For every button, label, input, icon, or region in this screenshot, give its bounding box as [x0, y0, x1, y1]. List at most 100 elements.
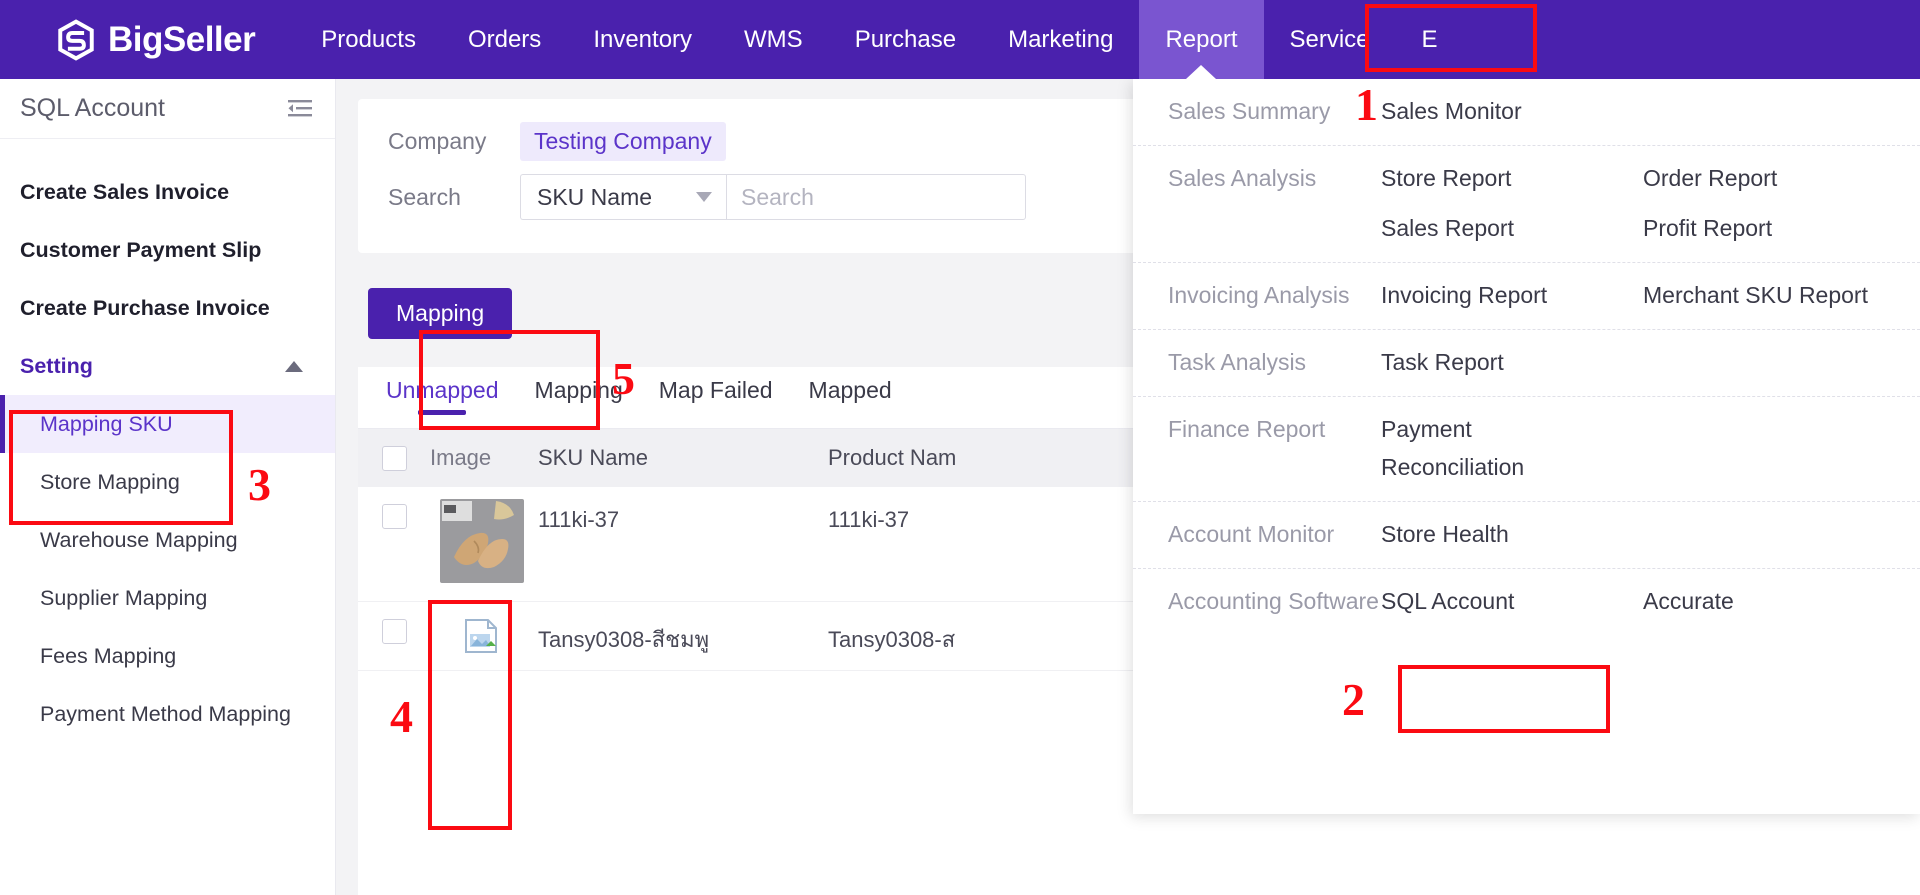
menu-links: Payment Reconciliation: [1381, 411, 1920, 487]
nav-item-extra[interactable]: E: [1396, 0, 1438, 79]
menu-links: Sales Monitor: [1381, 93, 1920, 131]
row-image-cell: [430, 602, 538, 670]
nav-item-inventory[interactable]: Inventory: [567, 0, 718, 79]
sidebar-subitem-wrapper: Mapping SKU: [0, 395, 335, 453]
menu-link-invoicing-report[interactable]: Invoicing Report: [1381, 277, 1643, 315]
menu-link-task-report[interactable]: Task Report: [1381, 344, 1643, 382]
menu-link-accurate[interactable]: Accurate: [1643, 583, 1905, 621]
brand-logo[interactable]: BigSeller: [55, 18, 256, 61]
chevron-down-icon: [696, 192, 712, 202]
sidebar-item-create-sales-invoice[interactable]: Create Sales Invoice: [0, 163, 335, 221]
menu-column: Store Report Sales Report: [1381, 160, 1643, 248]
annotation-number-2: 2: [1342, 674, 1365, 725]
sidebar-item-mapping-sku[interactable]: Mapping SKU: [0, 395, 335, 453]
select-all-checkbox[interactable]: [381, 445, 407, 471]
column-header-sku-name: SKU Name: [538, 445, 649, 470]
column-header-product-name: Product Nam: [828, 445, 957, 470]
menu-links: SQL Account Accurate: [1381, 583, 1920, 621]
menu-column: SQL Account: [1381, 583, 1643, 621]
menu-link-order-report[interactable]: Order Report: [1643, 160, 1905, 198]
menu-links: Store Report Sales Report Order Report P…: [1381, 160, 1920, 248]
annotation-number-3: 3: [248, 459, 271, 510]
mapping-button[interactable]: Mapping: [368, 288, 513, 339]
menu-link-store-report[interactable]: Store Report: [1381, 160, 1643, 198]
menu-column: Task Report: [1381, 344, 1643, 382]
menu-category-label: Task Analysis: [1168, 348, 1307, 375]
top-navigation-bar: BigSeller Products Orders Inventory WMS …: [0, 0, 1920, 79]
row-checkbox[interactable]: [381, 619, 407, 644]
dropdown-caret-icon: [1186, 65, 1217, 79]
row-sku-name: Tansy0308-สีชมพู: [538, 627, 710, 652]
menu-links: Invoicing Report Merchant SKU Report: [1381, 277, 1920, 315]
menu-category-label: Finance Report: [1168, 415, 1326, 442]
bigseller-logo-icon: [58, 18, 94, 61]
annotation-number-4: 4: [390, 691, 413, 742]
tab-mapped[interactable]: Mapped: [809, 367, 892, 427]
search-field-select[interactable]: SKU Name: [520, 174, 726, 220]
app-root: BigSeller Products Orders Inventory WMS …: [0, 0, 1920, 895]
nav-item-purchase[interactable]: Purchase: [829, 0, 982, 79]
sidebar-item-warehouse-mapping[interactable]: Warehouse Mapping: [0, 511, 335, 569]
collapse-panel-icon[interactable]: [287, 98, 313, 120]
menu-column: [1643, 516, 1905, 554]
sidebar-group-setting[interactable]: Setting: [0, 337, 335, 395]
menu-link-sql-account[interactable]: SQL Account: [1381, 583, 1643, 621]
sidebar-menu: Create Sales Invoice Customer Payment Sl…: [0, 139, 335, 743]
menu-section-finance-report: Finance Report Payment Reconciliation: [1133, 397, 1920, 502]
menu-link-sales-report[interactable]: Sales Report: [1381, 210, 1643, 248]
menu-link-merchant-sku-report[interactable]: Merchant SKU Report: [1643, 277, 1905, 315]
menu-links: Store Health: [1381, 516, 1920, 554]
row-product-name: Tansy0308-ส: [828, 627, 956, 652]
menu-section-accounting-software: Accounting Software SQL Account Accurate: [1133, 569, 1920, 635]
nav-item-marketing[interactable]: Marketing: [982, 0, 1139, 79]
broken-image-icon: [465, 619, 497, 653]
menu-section-invoicing-analysis: Invoicing Analysis Invoicing Report Merc…: [1133, 263, 1920, 330]
search-label: Search: [388, 183, 461, 210]
sidebar-item-fees-mapping[interactable]: Fees Mapping: [0, 627, 335, 685]
menu-link-profit-report[interactable]: Profit Report: [1643, 210, 1905, 248]
nav-item-orders[interactable]: Orders: [442, 0, 567, 79]
row-select-cell: [358, 487, 430, 529]
sidebar-item-store-mapping[interactable]: Store Mapping: [0, 453, 335, 511]
sidebar-header: SQL Account: [0, 79, 335, 139]
nav-item-wms[interactable]: WMS: [718, 0, 829, 79]
nav-item-products[interactable]: Products: [295, 0, 442, 79]
nav-item-service[interactable]: Service: [1264, 0, 1396, 79]
row-product-name: 111ki-37: [828, 507, 910, 532]
sidebar-item-customer-payment-slip[interactable]: Customer Payment Slip: [0, 221, 335, 279]
menu-link-store-health[interactable]: Store Health: [1381, 516, 1643, 554]
column-header-image: Image: [430, 445, 492, 470]
menu-column: Order Report Profit Report: [1643, 160, 1905, 248]
annotation-number-5: 5: [612, 353, 635, 404]
select-all-cell: [358, 445, 430, 471]
menu-link-payment-reconciliation[interactable]: Payment Reconciliation: [1381, 411, 1524, 487]
company-label: Company: [388, 127, 487, 154]
company-value-tag[interactable]: Testing Company: [520, 121, 726, 161]
search-input[interactable]: Search: [726, 174, 1026, 220]
report-dropdown-menu: Sales Summary Sales Monitor Sales Analys…: [1133, 79, 1920, 814]
nav-item-report[interactable]: Report: [1139, 0, 1264, 79]
menu-column: [1643, 411, 1905, 487]
tab-map-failed[interactable]: Map Failed: [659, 367, 773, 427]
menu-section-task-analysis: Task Analysis Task Report: [1133, 330, 1920, 397]
row-checkbox[interactable]: [381, 504, 407, 529]
tab-unmapped[interactable]: Unmapped: [386, 367, 499, 427]
sidebar-title: SQL Account: [20, 94, 165, 122]
menu-column: Store Health: [1381, 516, 1643, 554]
menu-category-label: Sales Summary: [1168, 98, 1331, 124]
menu-column: [1643, 93, 1905, 131]
sidebar-item-supplier-mapping[interactable]: Supplier Mapping: [0, 569, 335, 627]
sidebar-item-payment-method-mapping[interactable]: Payment Method Mapping: [0, 685, 335, 743]
menu-section-account-monitor: Account Monitor Store Health: [1133, 502, 1920, 569]
tab-mapping[interactable]: Mapping: [535, 367, 623, 427]
menu-category-label: Accounting Software: [1168, 587, 1379, 614]
sidebar-item-create-purchase-invoice[interactable]: Create Purchase Invoice: [0, 279, 335, 337]
sidebar: SQL Account Create Sales Invoice Custome…: [0, 79, 336, 895]
menu-section-sales-analysis: Sales Analysis Store Report Sales Report…: [1133, 146, 1920, 263]
row-image-cell: [430, 487, 538, 601]
sidebar-group-setting-label: Setting: [20, 353, 93, 378]
menu-column: Merchant SKU Report: [1643, 277, 1905, 315]
annotation-number-1: 1: [1355, 79, 1378, 130]
nav-links: Products Orders Inventory WMS Purchase M…: [295, 0, 1438, 79]
menu-link-sales-monitor[interactable]: Sales Monitor: [1381, 93, 1643, 131]
